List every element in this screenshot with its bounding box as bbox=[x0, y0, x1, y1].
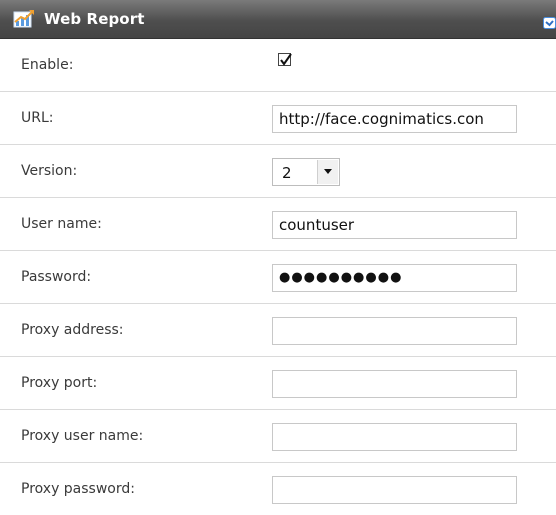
enable-checkbox[interactable] bbox=[278, 53, 292, 66]
password-label: Password: bbox=[21, 269, 92, 285]
url-input[interactable]: http://face.cognimatics.con bbox=[272, 105, 517, 133]
panel-header: Web Report bbox=[0, 0, 556, 39]
proxy-username-label: Proxy user name: bbox=[21, 428, 144, 444]
proxy-port-input[interactable] bbox=[272, 370, 517, 398]
checkbox-collapse-icon[interactable] bbox=[543, 14, 556, 29]
chart-icon bbox=[13, 9, 35, 29]
row-proxy-username: Proxy user name: bbox=[0, 410, 556, 463]
row-proxy-password: Proxy password: bbox=[0, 463, 556, 515]
row-username: User name: countuser bbox=[0, 198, 556, 251]
version-label: Version: bbox=[21, 163, 78, 179]
proxy-port-label: Proxy port: bbox=[21, 375, 98, 391]
row-proxy-address: Proxy address: bbox=[0, 304, 556, 357]
row-password: Password: ●●●●●●●●●● bbox=[0, 251, 556, 304]
row-enable: Enable: bbox=[0, 39, 556, 92]
row-url: URL: http://face.cognimatics.con bbox=[0, 92, 556, 145]
web-report-panel: Web Report Enable: URL: http://face.cogn… bbox=[0, 0, 556, 515]
version-select[interactable]: 2 bbox=[272, 158, 340, 186]
row-version: Version: 2 bbox=[0, 145, 556, 198]
proxy-password-label: Proxy password: bbox=[21, 481, 135, 497]
url-label: URL: bbox=[21, 110, 54, 126]
username-label: User name: bbox=[21, 216, 102, 232]
proxy-address-input[interactable] bbox=[272, 317, 517, 345]
proxy-address-label: Proxy address: bbox=[21, 322, 124, 338]
username-input[interactable]: countuser bbox=[272, 211, 517, 239]
row-proxy-port: Proxy port: bbox=[0, 357, 556, 410]
proxy-username-input[interactable] bbox=[272, 423, 517, 451]
version-selected-value: 2 bbox=[282, 164, 292, 182]
panel-title: Web Report bbox=[44, 10, 145, 28]
dropdown-arrow-icon[interactable] bbox=[317, 160, 338, 184]
proxy-password-input[interactable] bbox=[272, 476, 517, 504]
password-input[interactable]: ●●●●●●●●●● bbox=[272, 264, 517, 292]
enable-label: Enable: bbox=[21, 57, 74, 73]
